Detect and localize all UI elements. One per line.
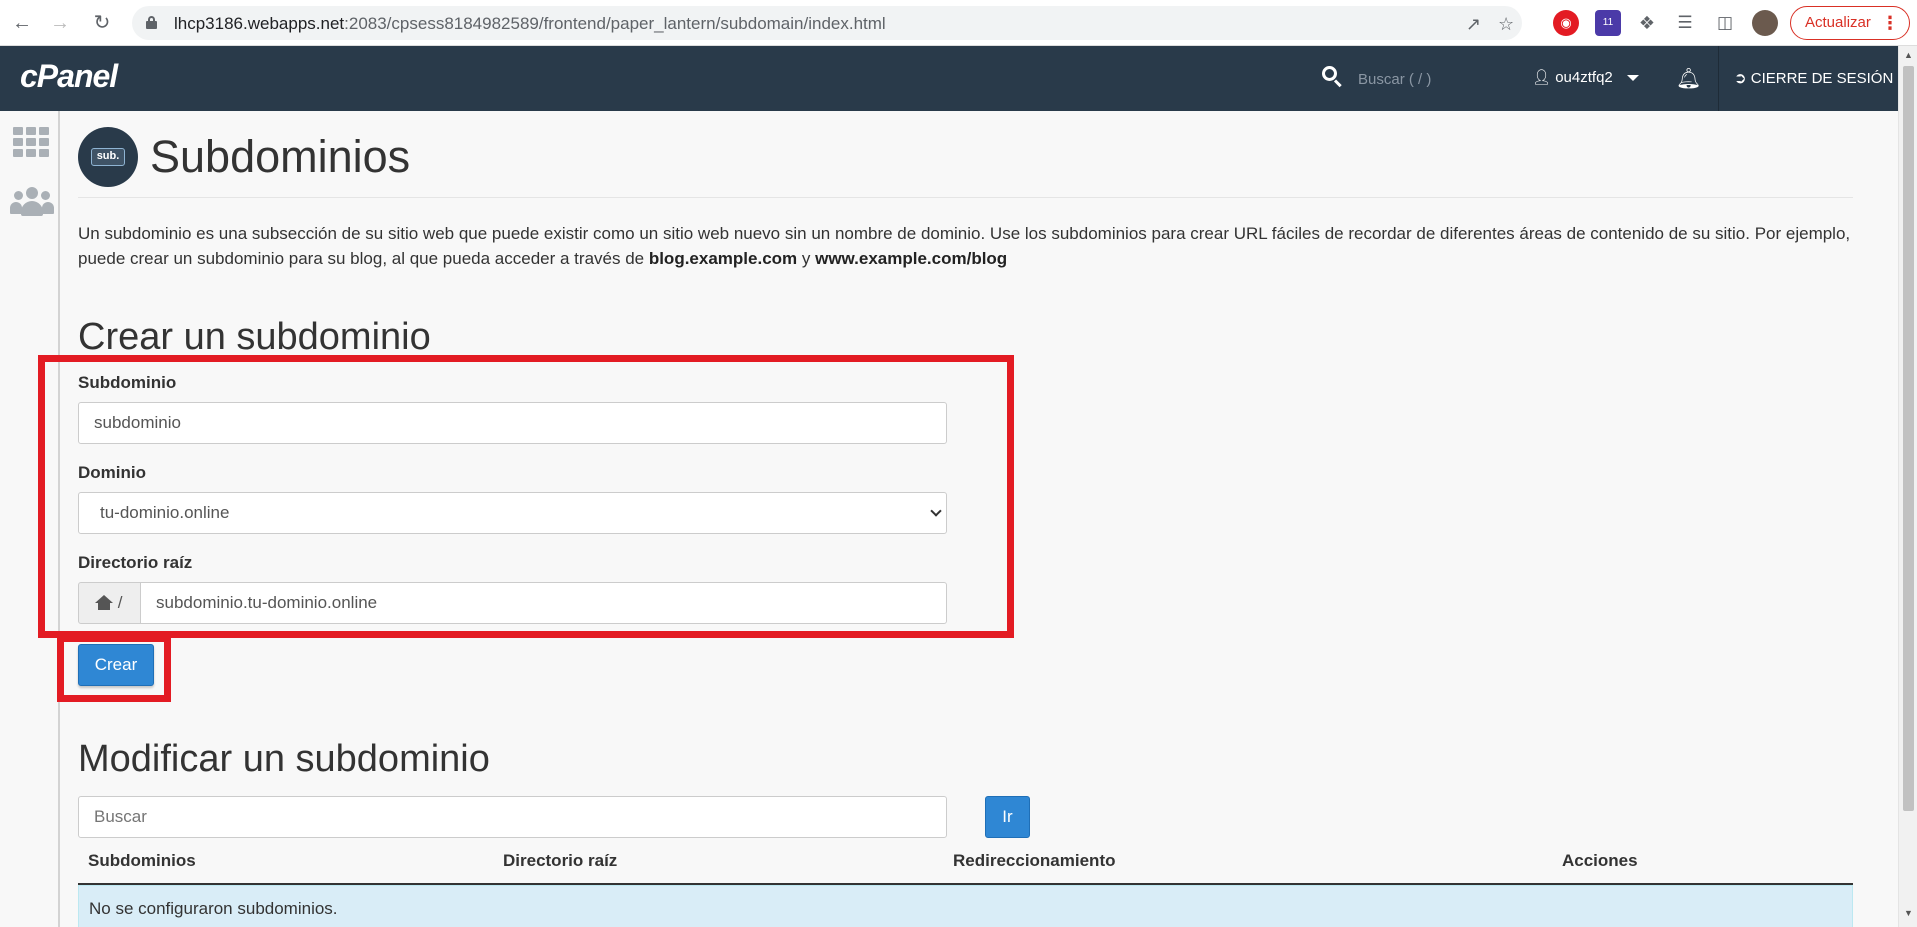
user-menu[interactable]: 👤︎ ou4ztfq2 — [1532, 68, 1639, 86]
column-header-subdomains[interactable]: Subdominios — [88, 851, 196, 871]
cpanel-search-input[interactable] — [1358, 66, 1518, 92]
page-scrollbar[interactable]: ▲ ▼ — [1898, 46, 1917, 927]
go-button[interactable]: Ir — [985, 796, 1030, 838]
subdomain-search-input[interactable] — [78, 796, 947, 838]
subdomain-app-icon: sub. — [78, 127, 138, 187]
reload-icon[interactable]: ↻ — [90, 11, 114, 35]
profile-avatar[interactable] — [1752, 10, 1778, 36]
column-header-redirect[interactable]: Redireccionamiento — [953, 851, 1116, 871]
scroll-down-icon[interactable]: ▼ — [1904, 908, 1913, 918]
lock-icon — [146, 16, 157, 29]
empty-table-row: No se configuraron subdominios. — [78, 885, 1853, 927]
modify-subdomain-heading: Modificar un subdominio — [78, 738, 490, 780]
scroll-up-icon[interactable]: ▲ — [1904, 50, 1913, 60]
form-highlight-box — [38, 355, 1014, 638]
page-description: Un subdominio es una subsección de su si… — [78, 224, 1851, 268]
forward-arrow-icon[interactable]: → — [48, 11, 72, 35]
page-title: Subdominios — [150, 131, 411, 182]
title-divider — [78, 197, 1853, 198]
create-subdomain-heading: Crear un subdominio — [78, 316, 431, 358]
more-vert-icon: ⋮ — [1881, 13, 1899, 33]
sidepanel-icon[interactable]: ◫ — [1712, 10, 1738, 36]
cpanel-header: cPanel 👤︎ ou4ztfq2 🔔︎ ➲ CIERRE DE SESIÓN — [0, 46, 1898, 111]
share-icon[interactable]: ↗ — [1466, 14, 1481, 35]
back-arrow-icon[interactable]: ← — [10, 11, 34, 35]
logout-icon: ➲ — [1734, 70, 1747, 87]
user-icon: 👤︎ — [1532, 69, 1552, 86]
apps-grid-icon[interactable] — [13, 127, 49, 157]
adblock-extension-icon[interactable]: ◉ — [1553, 10, 1579, 36]
header-divider — [1718, 46, 1719, 111]
scroll-thumb[interactable] — [1903, 66, 1914, 811]
browser-toolbar: ← → ↻ lhcp3186.webapps.net:2083/cpsess81… — [0, 0, 1917, 46]
bell-icon[interactable]: 🔔︎ — [1676, 66, 1701, 91]
address-bar[interactable]: lhcp3186.webapps.net:2083/cpsess81849825… — [132, 6, 1522, 40]
column-header-document-root[interactable]: Directorio raíz — [503, 851, 617, 871]
star-icon[interactable]: ☆ — [1498, 14, 1514, 35]
caret-down-icon — [1626, 75, 1639, 82]
url-text: lhcp3186.webapps.net:2083/cpsess81849825… — [174, 14, 886, 33]
button-highlight-box — [57, 635, 171, 702]
logout-link[interactable]: ➲ CIERRE DE SESIÓN — [1734, 69, 1893, 87]
username: ou4ztfq2 — [1555, 69, 1613, 86]
extension-badge-icon[interactable]: 11 — [1595, 10, 1621, 36]
update-browser-button[interactable]: Actualizar ⋮ — [1790, 6, 1910, 40]
cpanel-logo[interactable]: cPanel — [20, 58, 118, 95]
column-header-actions: Acciones — [1562, 851, 1638, 870]
users-icon[interactable] — [10, 187, 54, 219]
puzzle-icon[interactable]: ❖ — [1634, 10, 1660, 36]
media-icon[interactable]: ☰ — [1672, 10, 1698, 36]
search-icon — [1322, 66, 1344, 88]
